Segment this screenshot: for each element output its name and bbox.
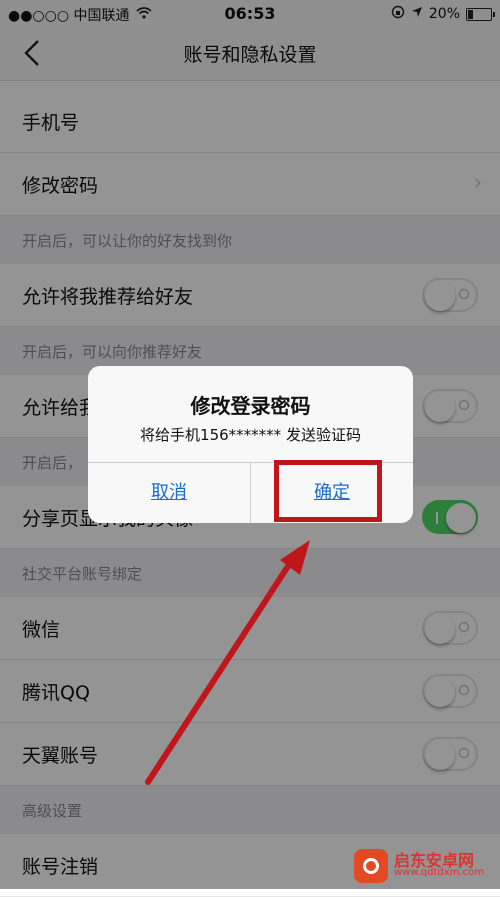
dialog-title: 修改登录密码 [190, 394, 311, 418]
dialog-message: 将给手机156******* 发送验证码 [140, 426, 361, 444]
watermark: 启东安卓网 www.qdtdxm.com [354, 845, 494, 885]
highlight-box [274, 460, 382, 522]
cancel-button[interactable]: 取消 [88, 462, 250, 523]
watermark-url: www.qdtdxm.com [394, 867, 484, 878]
watermark-logo-icon [354, 849, 388, 883]
